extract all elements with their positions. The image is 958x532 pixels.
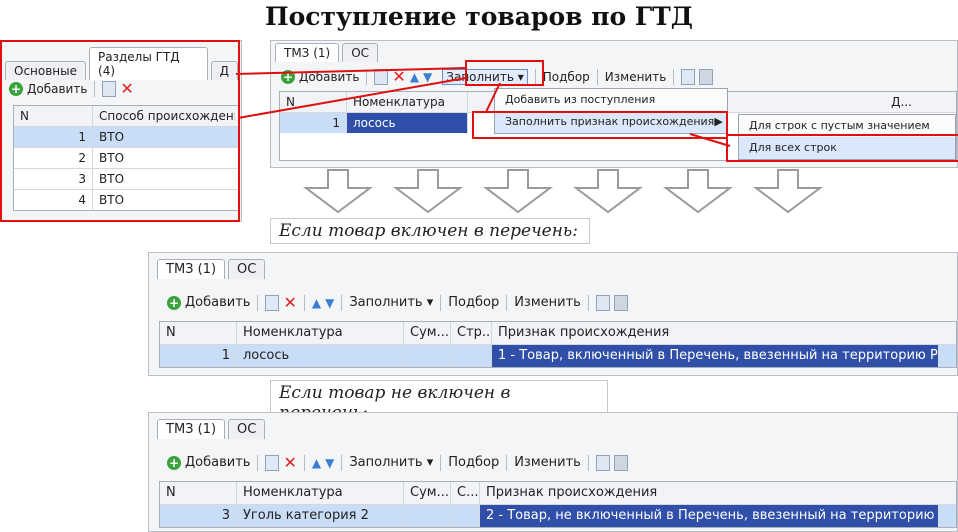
table-row[interactable]: 3 Уголь категория 2 2 - Товар, не включе…: [160, 505, 956, 527]
separator: [303, 294, 305, 311]
row-sum: [404, 345, 451, 367]
copy-doc-icon[interactable]: [595, 454, 610, 471]
change-button[interactable]: Изменить: [514, 455, 581, 470]
grid-header: N Номенклатура Сум... С... Признак проис…: [160, 482, 956, 505]
tab-tmz[interactable]: ТМЗ (1): [157, 259, 226, 279]
separator: [587, 454, 589, 471]
row-origin: 2 - Товар, не включенный в Перечень, вве…: [480, 505, 938, 527]
col-n[interactable]: N: [160, 482, 237, 504]
change-button[interactable]: Изменить: [514, 295, 581, 310]
note-included: Если товар включен в перечень:: [270, 218, 590, 244]
add-icon[interactable]: +: [167, 455, 181, 470]
separator: [257, 454, 259, 471]
row-n: 3: [160, 505, 237, 527]
copy-icon[interactable]: [265, 454, 280, 471]
down-arrows: [303, 169, 823, 214]
row-country: [451, 505, 480, 527]
col-sum[interactable]: Сум...: [404, 482, 451, 504]
pick-button[interactable]: Подбор: [448, 295, 499, 310]
grid-header: N Номенклатура Сум... Стр... Признак про…: [160, 322, 956, 345]
separator: [341, 454, 343, 471]
arrow-up-icon[interactable]: ▲: [312, 456, 321, 470]
separator: [506, 454, 508, 471]
tab-os[interactable]: ОС: [228, 419, 266, 439]
col-n[interactable]: N: [160, 322, 237, 344]
col-country[interactable]: С...: [451, 482, 480, 504]
fill-label: Заполнить: [349, 295, 423, 310]
mid-panel: ТМЗ (1) ОС + Добавить ✕ ▲ ▼ Заполнить ▾ …: [148, 252, 958, 376]
row-name: Уголь категория 2: [237, 505, 404, 527]
copy-doc-icon[interactable]: [595, 294, 610, 311]
separator: [303, 454, 305, 471]
col-origin[interactable]: Признак происхождения: [480, 482, 922, 504]
dropdown-icon: ▾: [426, 455, 434, 470]
col-nomenclature[interactable]: Номенклатура: [237, 322, 404, 344]
paste-doc-icon[interactable]: [613, 454, 628, 471]
col-sum[interactable]: Сум...: [404, 322, 451, 344]
col-nomenclature[interactable]: Номенклатура: [237, 482, 404, 504]
row-sum: [404, 505, 451, 527]
tab-os[interactable]: ОС: [228, 259, 266, 279]
separator: [506, 294, 508, 311]
row-n: 1: [160, 345, 237, 367]
separator: [440, 454, 442, 471]
fill-button[interactable]: Заполнить ▾: [349, 295, 433, 310]
add-icon[interactable]: +: [167, 295, 181, 310]
row-name: лосось: [237, 345, 404, 367]
separator: [257, 294, 259, 311]
tmz-grid: N Номенклатура Сум... С... Признак проис…: [159, 481, 957, 528]
fill-label: Заполнить: [349, 455, 423, 470]
pick-button[interactable]: Подбор: [448, 455, 499, 470]
col-country[interactable]: Стр...: [451, 322, 492, 344]
separator: [440, 294, 442, 311]
separator: [341, 294, 343, 311]
row-country: [451, 345, 492, 367]
row-origin: 1 - Товар, включенный в Перечень, ввезен…: [492, 345, 938, 367]
arrow-down-icon[interactable]: ▼: [325, 456, 334, 470]
bottom-panel: ТМЗ (1) ОС + Добавить ✕ ▲ ▼ Заполнить ▾ …: [148, 412, 958, 532]
table-row[interactable]: 1 лосось 1 - Товар, включенный в Перечен…: [160, 345, 956, 367]
delete-icon[interactable]: ✕: [283, 293, 296, 312]
add-button[interactable]: Добавить: [185, 295, 250, 310]
paste-doc-icon[interactable]: [613, 294, 628, 311]
add-button[interactable]: Добавить: [185, 455, 250, 470]
dropdown-icon: ▾: [426, 295, 434, 310]
separator: [587, 294, 589, 311]
col-origin[interactable]: Признак происхождения: [492, 322, 924, 344]
tmz-grid: N Номенклатура Сум... Стр... Признак про…: [159, 321, 957, 368]
fill-button[interactable]: Заполнить ▾: [349, 455, 433, 470]
tab-tmz[interactable]: ТМЗ (1): [157, 419, 226, 439]
arrow-down-icon[interactable]: ▼: [325, 296, 334, 310]
delete-icon[interactable]: ✕: [283, 453, 296, 472]
arrow-up-icon[interactable]: ▲: [312, 296, 321, 310]
copy-icon[interactable]: [265, 294, 280, 311]
